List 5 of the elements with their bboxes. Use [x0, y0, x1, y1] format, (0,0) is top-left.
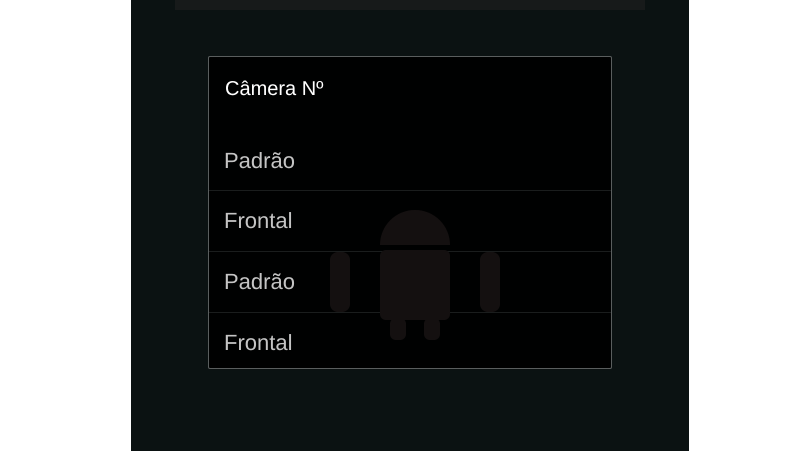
list-option[interactable]: Frontal	[209, 190, 611, 251]
list-option[interactable]: Padrão	[209, 251, 611, 312]
list-option[interactable]: Padrão	[209, 131, 611, 190]
dialog-title: Câmera Nº	[224, 77, 324, 102]
list-option[interactable]: Frontal	[209, 312, 611, 373]
